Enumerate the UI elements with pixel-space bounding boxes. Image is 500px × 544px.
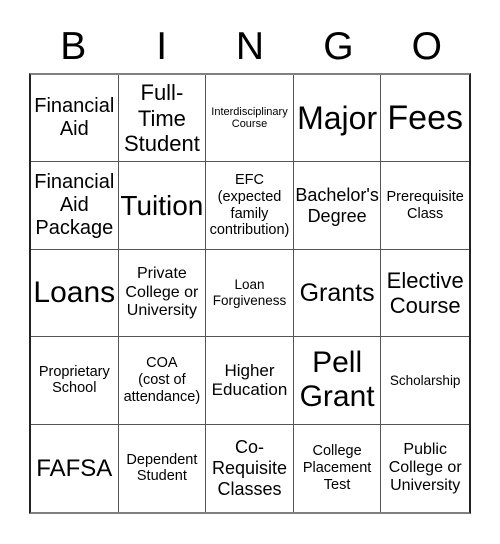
- header-letter-i: I: [156, 25, 168, 68]
- bingo-header: B I N G O: [29, 22, 471, 72]
- header-letter-b: B: [60, 25, 87, 68]
- bingo-cell[interactable]: COA (cost of attendance): [118, 337, 207, 425]
- bingo-cell[interactable]: Scholarship: [381, 337, 469, 425]
- bingo-cell[interactable]: Proprietary School: [31, 337, 119, 425]
- bingo-cell[interactable]: Loans: [31, 249, 119, 338]
- bingo-cell[interactable]: Elective Course: [381, 250, 469, 338]
- bingo-cell[interactable]: Loan Forgiveness: [206, 249, 294, 338]
- bingo-cell[interactable]: Fees: [381, 75, 469, 163]
- header-letter-o: O: [411, 25, 442, 68]
- bingo-cell[interactable]: College Placement Test: [294, 424, 382, 512]
- bingo-cell[interactable]: Pell Grant: [293, 337, 382, 425]
- header-letter-g: G: [323, 25, 354, 68]
- bingo-cell[interactable]: EFC (expected family contribution): [206, 162, 294, 250]
- bingo-cell[interactable]: Private College or University: [118, 249, 207, 338]
- bingo-cell[interactable]: Bachelor's Degree: [293, 162, 382, 250]
- bingo-cell[interactable]: Grants: [293, 249, 382, 338]
- header-letter-n: N: [235, 25, 265, 68]
- bingo-grid: Financial Aid Full- Time Student Interdi…: [29, 73, 471, 514]
- bingo-cell[interactable]: FAFSA: [31, 424, 119, 512]
- bingo-cell[interactable]: Public College or University: [381, 425, 469, 512]
- bingo-cell[interactable]: Financial Aid: [31, 75, 119, 163]
- bingo-cell[interactable]: Tuition: [118, 162, 207, 250]
- bingo-cell[interactable]: Co- Requisite Classes: [206, 424, 294, 512]
- bingo-cell[interactable]: Prerequisite Class: [381, 162, 469, 250]
- bingo-cell[interactable]: Higher Education: [206, 337, 294, 425]
- bingo-cell[interactable]: Dependent Student: [119, 424, 207, 512]
- bingo-cell[interactable]: Major: [293, 75, 382, 163]
- bingo-cell[interactable]: Full- Time Student: [118, 75, 207, 163]
- bingo-cell[interactable]: Interdisciplinary Course: [206, 75, 294, 163]
- bingo-cell[interactable]: Financial Aid Package: [31, 162, 119, 250]
